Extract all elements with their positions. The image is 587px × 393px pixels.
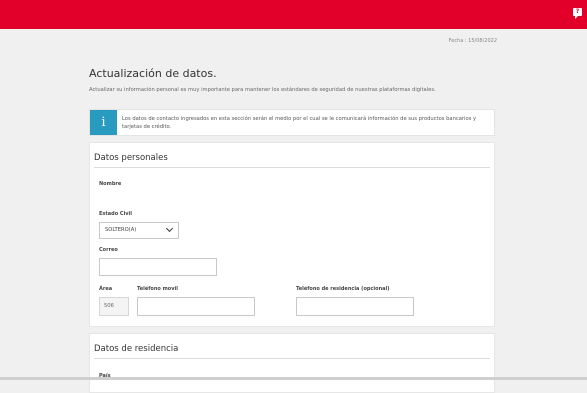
residence-data-card: Datos de residencia País [89, 333, 495, 393]
top-bar: ? [0, 0, 587, 29]
civil-status-select[interactable]: SOLTERO(A) [99, 222, 179, 239]
divider [94, 167, 490, 168]
help-chat-icon-label: ? [575, 8, 580, 15]
civil-status-value: SOLTERO(A) [105, 227, 137, 233]
home-phone-field[interactable] [296, 297, 414, 316]
name-label: Nombre [99, 181, 122, 187]
area-label: Área [99, 286, 113, 292]
help-chat-icon[interactable]: ? [573, 8, 582, 19]
home-phone-label: Teléfono de residencia (opcional) [296, 286, 390, 292]
divider [94, 358, 490, 359]
chevron-down-icon [165, 224, 174, 233]
page-title: Actualización de datos. [89, 67, 217, 80]
personal-data-title: Datos personales [94, 153, 168, 163]
mobile-label: Teléfono movil [137, 286, 178, 292]
residence-data-title: Datos de residencia [94, 344, 179, 354]
date-text: Fecha : 15/08/2022 [448, 38, 497, 44]
info-text: Los datos de contacto ingresados en esta… [122, 116, 477, 130]
page-subtitle: Actualizar su información personal es mu… [89, 87, 436, 93]
info-icon: i [90, 110, 117, 135]
mobile-phone-field[interactable] [137, 297, 255, 316]
area-code-field: 506 [99, 297, 129, 316]
civil-status-label: Estado Civil [99, 211, 132, 217]
personal-data-card: Datos personales Nombre Estado Civil SOL… [89, 142, 495, 327]
email-field[interactable] [99, 258, 217, 276]
email-label: Correo [99, 247, 118, 253]
info-box: i Los datos de contacto ingresados en es… [89, 109, 495, 136]
